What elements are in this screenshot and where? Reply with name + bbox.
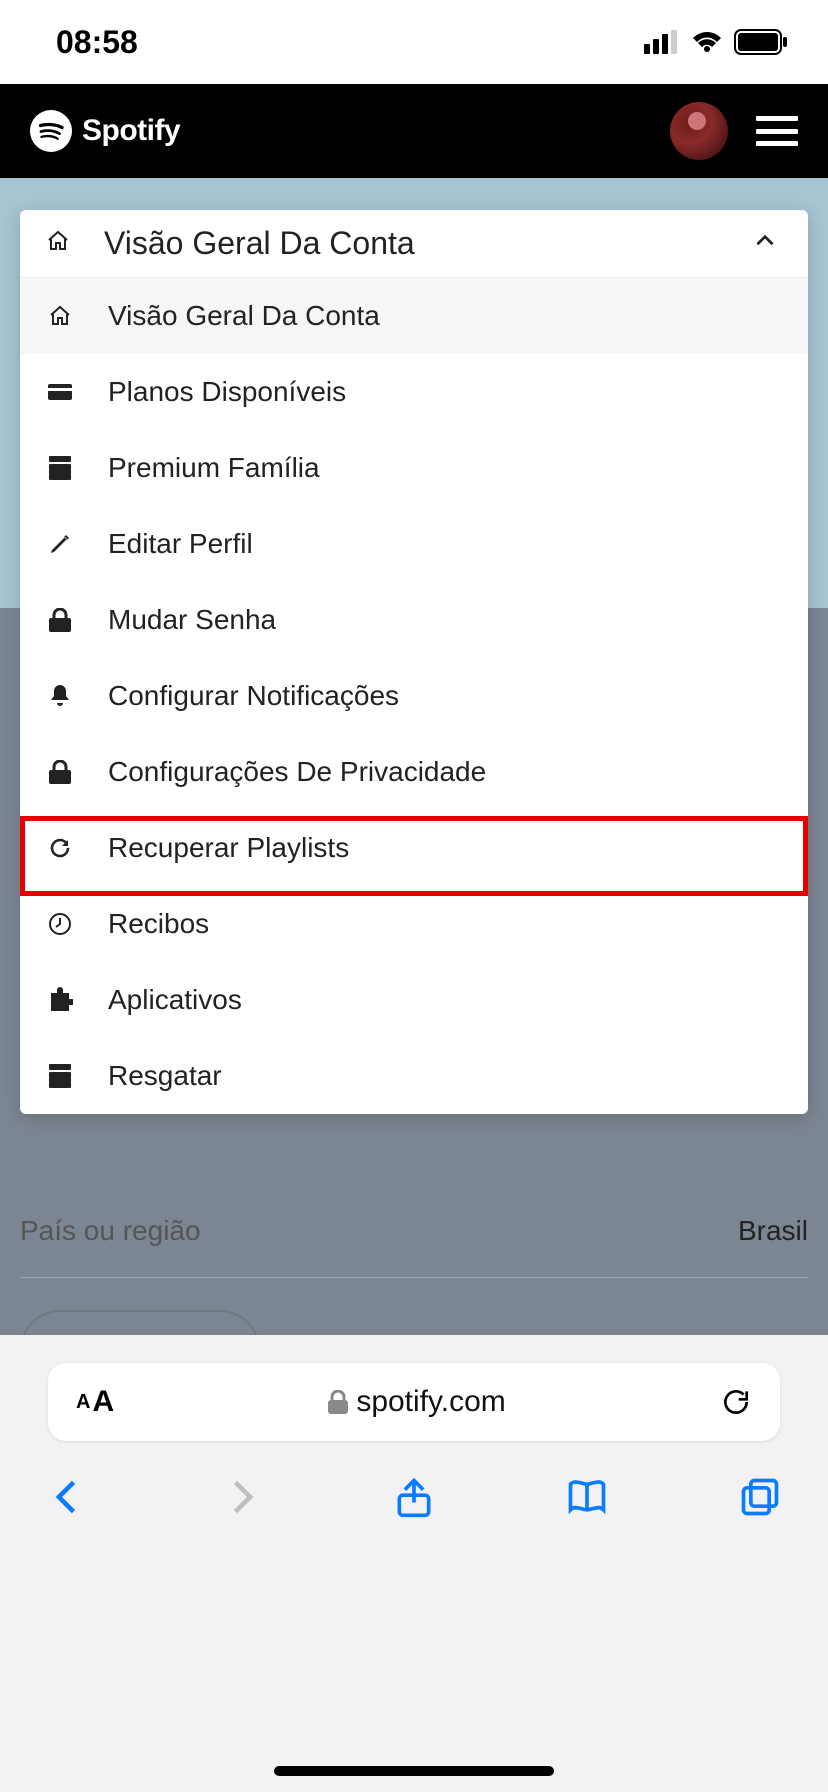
spotify-icon xyxy=(30,110,72,152)
dropdown-header-label: Visão Geral Da Conta xyxy=(104,225,415,262)
share-icon[interactable] xyxy=(392,1475,436,1519)
nav-item-label: Editar Perfil xyxy=(108,528,253,560)
nav-item-label: Premium Família xyxy=(108,452,320,484)
home-icon xyxy=(46,304,74,328)
brand-name: Spotify xyxy=(82,114,180,148)
url-domain: spotify.com xyxy=(356,1385,506,1419)
nav-item-redeem[interactable]: Resgatar xyxy=(20,1038,808,1114)
nav-item-receipts[interactable]: Recibos xyxy=(20,886,808,962)
back-icon[interactable] xyxy=(46,1475,90,1519)
forward-icon xyxy=(219,1475,263,1519)
home-indicator xyxy=(274,1766,554,1776)
nav-item-available-plans[interactable]: Planos Disponíveis xyxy=(20,354,808,430)
archive-icon xyxy=(46,1064,74,1088)
safari-toolbar xyxy=(0,1441,828,1519)
lock-icon xyxy=(328,1390,348,1414)
status-icons xyxy=(644,29,788,55)
status-time: 08:58 xyxy=(56,24,138,61)
nav-item-notification-settings[interactable]: Configurar Notificações xyxy=(20,658,808,734)
home-icon xyxy=(46,229,70,258)
nav-item-label: Resgatar xyxy=(108,1060,222,1092)
menu-button[interactable] xyxy=(756,116,798,146)
profile-country-row: País ou região Brasil xyxy=(20,1215,808,1278)
spotify-logo[interactable]: Spotify xyxy=(30,110,180,152)
nav-item-label: Aplicativos xyxy=(108,984,242,1016)
nav-item-label: Visão Geral Da Conta xyxy=(108,300,380,332)
nav-item-label: Recibos xyxy=(108,908,209,940)
nav-item-privacy-settings[interactable]: Configurações De Privacidade xyxy=(20,734,808,810)
wifi-icon xyxy=(690,30,724,54)
tabs-icon[interactable] xyxy=(738,1475,782,1519)
bookmarks-icon[interactable] xyxy=(565,1475,609,1519)
profile-country-value: Brasil xyxy=(738,1215,808,1247)
nav-item-change-password[interactable]: Mudar Senha xyxy=(20,582,808,658)
card-icon xyxy=(46,383,74,401)
aa-small-icon: A xyxy=(76,1391,90,1414)
pencil-icon xyxy=(46,532,74,556)
nav-item-recover-playlists[interactable]: Recuperar Playlists xyxy=(20,810,808,886)
safari-chrome: AA spotify.com xyxy=(0,1335,828,1792)
puzzle-icon xyxy=(46,987,74,1013)
nav-item-premium-family[interactable]: Premium Família xyxy=(20,430,808,506)
nav-item-label: Configurações De Privacidade xyxy=(108,756,486,788)
status-bar: 08:58 xyxy=(0,0,828,84)
aa-big-icon: A xyxy=(92,1385,114,1419)
nav-item-apps[interactable]: Aplicativos xyxy=(20,962,808,1038)
url-display: spotify.com xyxy=(328,1385,506,1419)
nav-item-label: Recuperar Playlists xyxy=(108,832,349,864)
chevron-up-icon xyxy=(752,228,778,259)
account-nav-list: Visão Geral Da Conta Planos Disponíveis … xyxy=(20,278,808,1114)
profile-country-label: País ou região xyxy=(20,1215,201,1247)
nav-item-account-overview[interactable]: Visão Geral Da Conta xyxy=(20,278,808,354)
nav-item-label: Configurar Notificações xyxy=(108,680,399,712)
reload-icon[interactable] xyxy=(720,1386,752,1418)
lock-icon xyxy=(46,608,74,632)
app-header: Spotify xyxy=(0,84,828,178)
refresh-icon xyxy=(46,836,74,860)
account-nav-dropdown: Visão Geral Da Conta Visão Geral Da Cont… xyxy=(20,210,808,1114)
nav-item-edit-profile[interactable]: Editar Perfil xyxy=(20,506,808,582)
avatar[interactable] xyxy=(670,102,728,160)
nav-item-label: Mudar Senha xyxy=(108,604,276,636)
nav-item-label: Planos Disponíveis xyxy=(108,376,346,408)
text-size-button[interactable]: AA xyxy=(76,1385,114,1419)
clock-icon xyxy=(46,912,74,936)
archive-icon xyxy=(46,456,74,480)
dropdown-toggle[interactable]: Visão Geral Da Conta xyxy=(20,210,808,278)
url-bar[interactable]: AA spotify.com xyxy=(48,1363,780,1441)
battery-icon xyxy=(734,29,788,55)
bell-icon xyxy=(46,683,74,709)
lock-icon xyxy=(46,760,74,784)
cellular-icon xyxy=(644,30,680,54)
